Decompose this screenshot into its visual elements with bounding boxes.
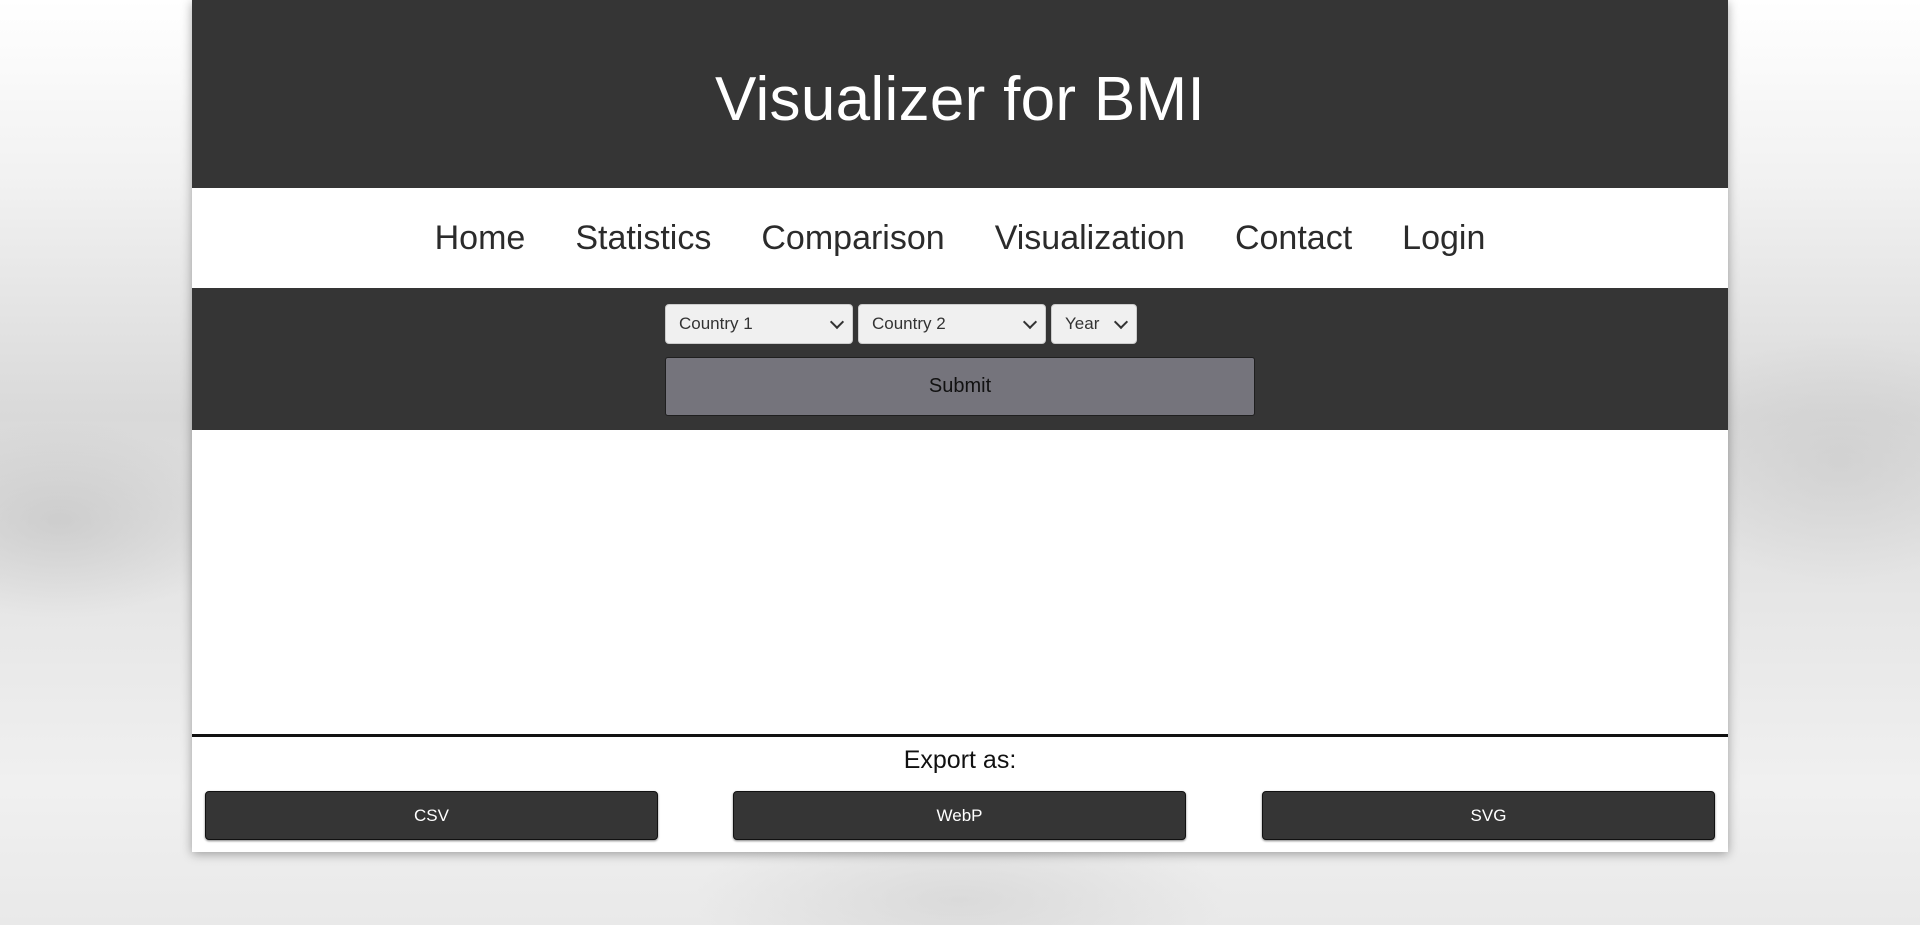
country1-select[interactable]: Country 1	[665, 304, 853, 344]
country2-select[interactable]: Country 2	[858, 304, 1046, 344]
select-row: Country 1 Country 2 Year	[665, 304, 1137, 344]
nav-home[interactable]: Home	[435, 219, 526, 258]
chevron-down-icon	[829, 314, 845, 329]
main-nav: Home Statistics Comparison Visualization…	[192, 188, 1728, 288]
nav-login[interactable]: Login	[1402, 219, 1485, 258]
submit-button[interactable]: Submit	[665, 357, 1255, 416]
visualization-area	[192, 430, 1728, 734]
country2-select-value: Country 2	[872, 314, 946, 333]
header-banner: Visualizer for BMI	[192, 0, 1728, 188]
page-container: Visualizer for BMI Home Statistics Compa…	[192, 0, 1728, 852]
year-select[interactable]: Year	[1051, 304, 1137, 344]
page-title: Visualizer for BMI	[714, 64, 1206, 134]
country1-select-value: Country 1	[679, 314, 753, 333]
export-webp-button[interactable]: WebP	[733, 791, 1186, 840]
nav-statistics[interactable]: Statistics	[575, 219, 711, 258]
filter-controls: Country 1 Country 2 Year Submit	[192, 288, 1728, 430]
export-section: Export as: CSV WebP SVG	[192, 734, 1728, 852]
chevron-down-icon	[1113, 314, 1129, 329]
nav-comparison[interactable]: Comparison	[761, 219, 944, 258]
year-select-value: Year	[1065, 314, 1100, 333]
export-csv-button[interactable]: CSV	[205, 791, 658, 840]
nav-visualization[interactable]: Visualization	[995, 219, 1185, 258]
chevron-down-icon	[1022, 314, 1038, 329]
export-svg-button[interactable]: SVG	[1262, 791, 1715, 840]
export-title: Export as:	[903, 746, 1017, 774]
nav-contact[interactable]: Contact	[1235, 219, 1352, 258]
